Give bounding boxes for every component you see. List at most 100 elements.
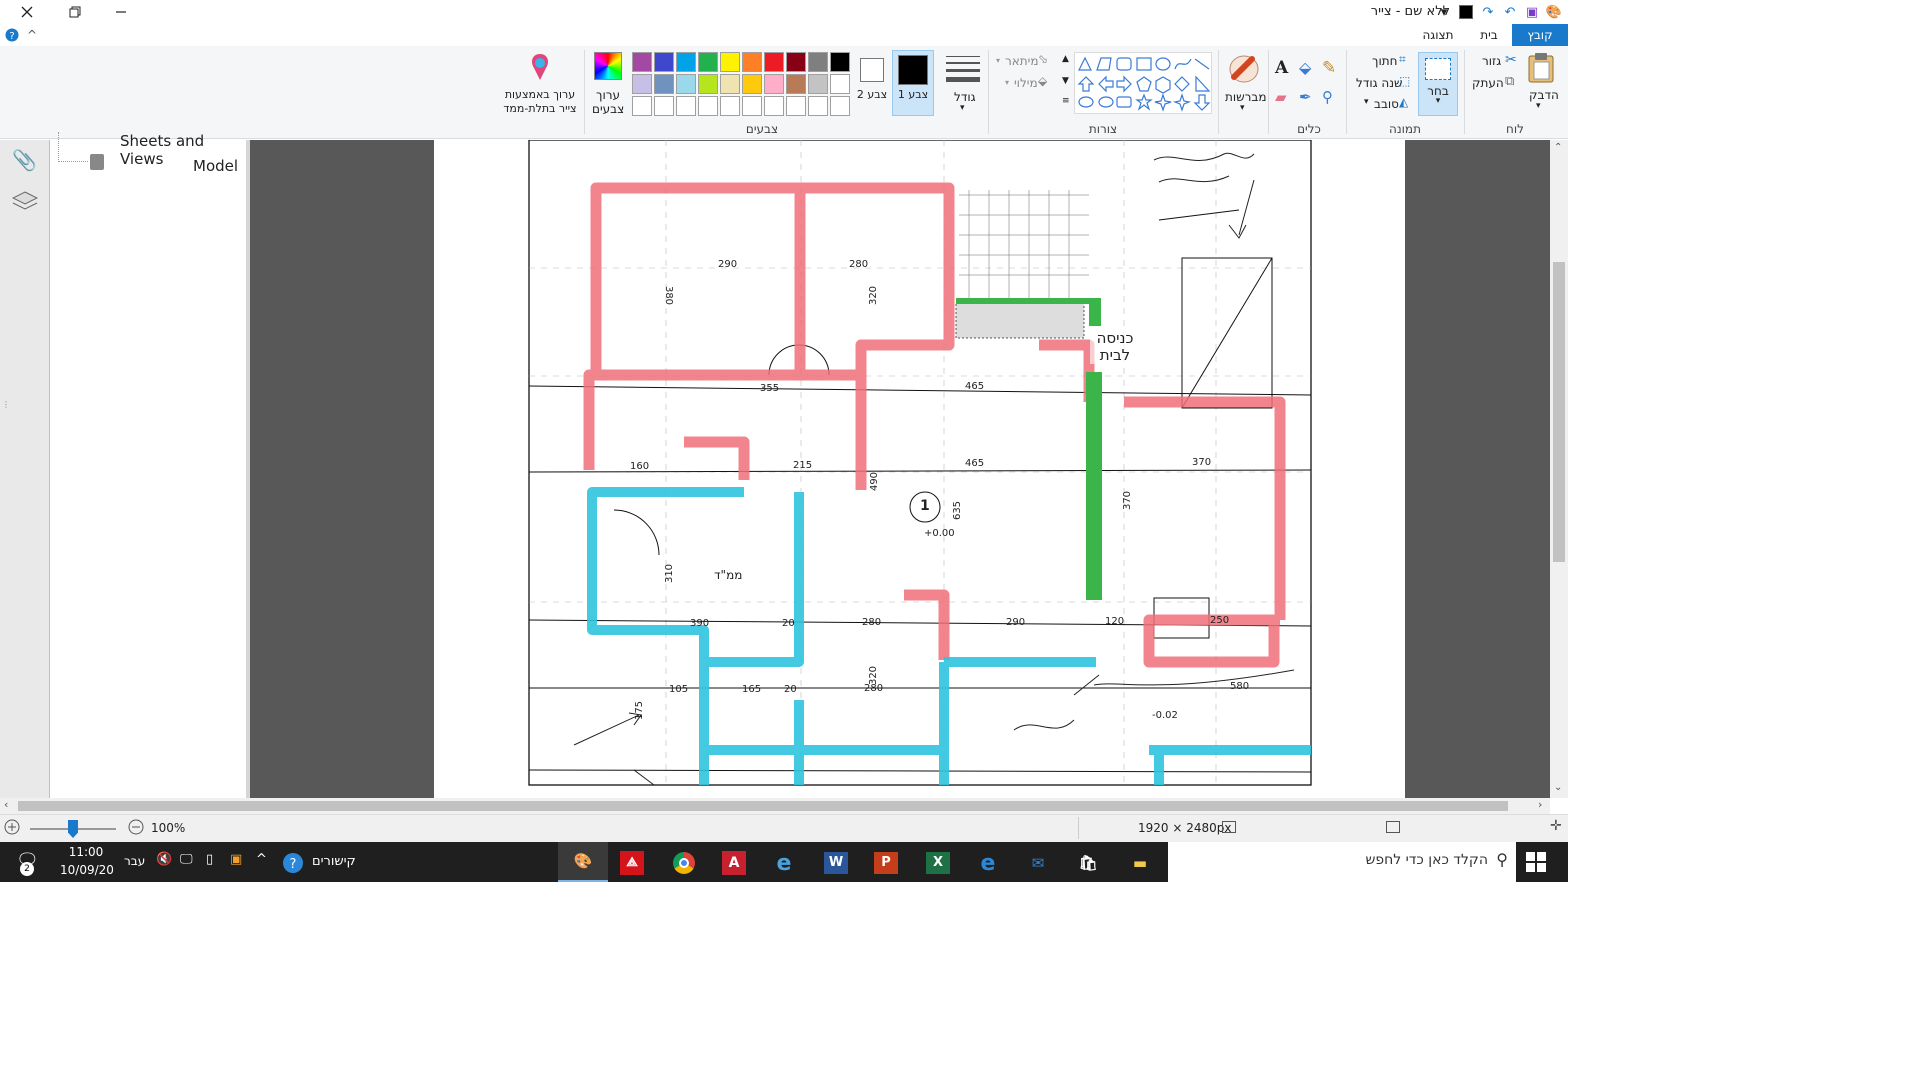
color-swatch[interactable]: [830, 96, 850, 116]
paint3d-button[interactable]: ערוך באמצעות צייר בתלת-ממד: [500, 88, 580, 116]
paste-button[interactable]: הדבק: [1529, 88, 1559, 102]
color-swatch[interactable]: [698, 74, 718, 94]
customize-qat-icon[interactable]: ▾: [1434, 2, 1454, 22]
excel-icon[interactable]: X: [916, 846, 960, 880]
size-icon[interactable]: [945, 54, 981, 84]
maximize-button[interactable]: [52, 0, 98, 24]
minimize-button[interactable]: [98, 0, 144, 24]
color-swatch[interactable]: [742, 52, 762, 72]
color-swatch[interactable]: [654, 52, 674, 72]
color-swatch[interactable]: [698, 96, 718, 116]
help-icon[interactable]: ?: [4, 24, 20, 46]
color-swatch[interactable]: [720, 74, 740, 94]
word-icon[interactable]: W: [814, 846, 858, 880]
paint3d-icon[interactable]: [526, 52, 554, 82]
horizontal-scrollbar[interactable]: ‹ ›: [0, 798, 1550, 814]
color-swatch[interactable]: [632, 96, 652, 116]
color-swatch[interactable]: [764, 52, 784, 72]
color-swatch[interactable]: [830, 52, 850, 72]
color-swatch[interactable]: [830, 74, 850, 94]
shapes-scroll-down-icon[interactable]: ▼: [1062, 76, 1069, 86]
shapes-gallery[interactable]: [1074, 52, 1212, 114]
close-button[interactable]: [4, 0, 50, 24]
crop-icon[interactable]: ⌗: [1399, 52, 1406, 67]
fill-dropdown-icon[interactable]: ▾: [1005, 78, 1009, 87]
store-icon[interactable]: 🛍: [1066, 846, 1110, 880]
select-button[interactable]: בחר ▾: [1418, 52, 1458, 116]
search-box[interactable]: הקלד כאן כדי לחפש ⚲: [1168, 842, 1516, 882]
shapes-more-icon[interactable]: ≡: [1062, 96, 1070, 106]
scroll-up-icon[interactable]: ⌃: [1554, 142, 1562, 153]
color-swatch[interactable]: [676, 74, 696, 94]
color-swatch[interactable]: [654, 96, 674, 116]
crop-button[interactable]: חתוך: [1372, 54, 1397, 68]
horizontal-scroll-thumb[interactable]: [18, 801, 1508, 811]
scroll-right-icon[interactable]: ›: [1538, 798, 1542, 811]
brush-icon[interactable]: [1226, 52, 1262, 86]
brushes-dropdown-icon[interactable]: ▾: [1240, 103, 1245, 113]
autocad-icon[interactable]: A: [712, 846, 756, 880]
fill-icon[interactable]: ⬙: [1299, 58, 1311, 77]
undo-icon[interactable]: ↶: [1500, 2, 1520, 22]
tree-item-model[interactable]: Model: [193, 157, 238, 175]
color-picker-icon[interactable]: ✒: [1299, 88, 1312, 106]
redo-icon[interactable]: ↷: [1478, 2, 1498, 22]
attachment-icon[interactable]: 📎: [12, 148, 37, 172]
zoom-slider-thumb[interactable]: [68, 820, 78, 838]
tab-home[interactable]: בית: [1468, 24, 1510, 46]
network-icon[interactable]: 🖵: [180, 852, 193, 867]
scissors-icon[interactable]: ✂: [1505, 52, 1517, 68]
size-button[interactable]: גודל: [954, 90, 976, 104]
size-dropdown-icon[interactable]: ▾: [960, 103, 965, 113]
fill-shape-icon[interactable]: ⬙: [1038, 74, 1047, 88]
show-hidden-icons[interactable]: ^: [256, 852, 267, 867]
copy-icon[interactable]: ⧉: [1505, 74, 1514, 89]
color-swatch[interactable]: [764, 74, 784, 94]
brushes-button[interactable]: מברשות: [1225, 90, 1267, 104]
edit-colors-button[interactable]: ערוך צבעים: [592, 88, 624, 116]
color-swatch[interactable]: [786, 96, 806, 116]
color-swatch[interactable]: [808, 52, 828, 72]
zoom-in-icon[interactable]: [4, 819, 20, 838]
resize-icon[interactable]: ⬚: [1399, 74, 1410, 88]
color-swatch[interactable]: [786, 74, 806, 94]
outline-button[interactable]: מיתאר: [1005, 54, 1039, 68]
start-button[interactable]: [1526, 852, 1546, 875]
file-explorer-icon[interactable]: ▬: [1118, 846, 1162, 880]
pencil-icon[interactable]: ✎: [1322, 58, 1336, 78]
layers-icon[interactable]: [11, 190, 39, 215]
resize-button[interactable]: שנה גודל: [1356, 76, 1403, 90]
color-swatch[interactable]: [742, 96, 762, 116]
shapes-scroll-up-icon[interactable]: ▲: [1062, 54, 1069, 64]
language-indicator[interactable]: עבר: [124, 854, 145, 868]
vertical-scrollbar[interactable]: ⌃ ⌄: [1550, 140, 1568, 798]
color-swatch[interactable]: [808, 74, 828, 94]
color-swatch[interactable]: [654, 74, 674, 94]
color-swatch[interactable]: [698, 52, 718, 72]
volume-muted-icon[interactable]: 🔇: [156, 852, 172, 867]
internet-explorer-icon[interactable]: e: [762, 846, 806, 880]
copy-button[interactable]: העתק: [1472, 76, 1504, 90]
clock[interactable]: 11:00 10/09/20: [60, 845, 114, 877]
splitter-handle-icon[interactable]: ⋮: [2, 400, 10, 409]
mail-icon[interactable]: ✉: [1016, 846, 1060, 880]
powerpoint-icon[interactable]: P: [864, 846, 908, 880]
paint-taskbar-icon[interactable]: 🎨: [558, 842, 608, 882]
color-qat-icon[interactable]: [1456, 2, 1476, 22]
zoom-out-icon[interactable]: [128, 819, 144, 838]
edge-icon[interactable]: e: [966, 846, 1010, 880]
rotate-dropdown-icon[interactable]: ▾: [1364, 97, 1369, 107]
tab-file[interactable]: קובץ: [1512, 24, 1568, 46]
tab-view[interactable]: תצוגה: [1414, 24, 1462, 46]
help-tray-icon[interactable]: ?: [282, 852, 304, 877]
color-swatch[interactable]: [720, 96, 740, 116]
paste-icon[interactable]: [1526, 52, 1558, 84]
links-toolbar[interactable]: קישורים: [312, 854, 356, 869]
cut-button[interactable]: גזור: [1482, 54, 1501, 68]
paste-dropdown-icon[interactable]: ▾: [1536, 101, 1541, 111]
collapse-ribbon-icon[interactable]: ^: [24, 24, 40, 46]
color-swatch[interactable]: [676, 52, 696, 72]
color-swatch[interactable]: [808, 96, 828, 116]
color-swatch[interactable]: [720, 52, 740, 72]
vertical-scroll-thumb[interactable]: [1553, 262, 1565, 562]
